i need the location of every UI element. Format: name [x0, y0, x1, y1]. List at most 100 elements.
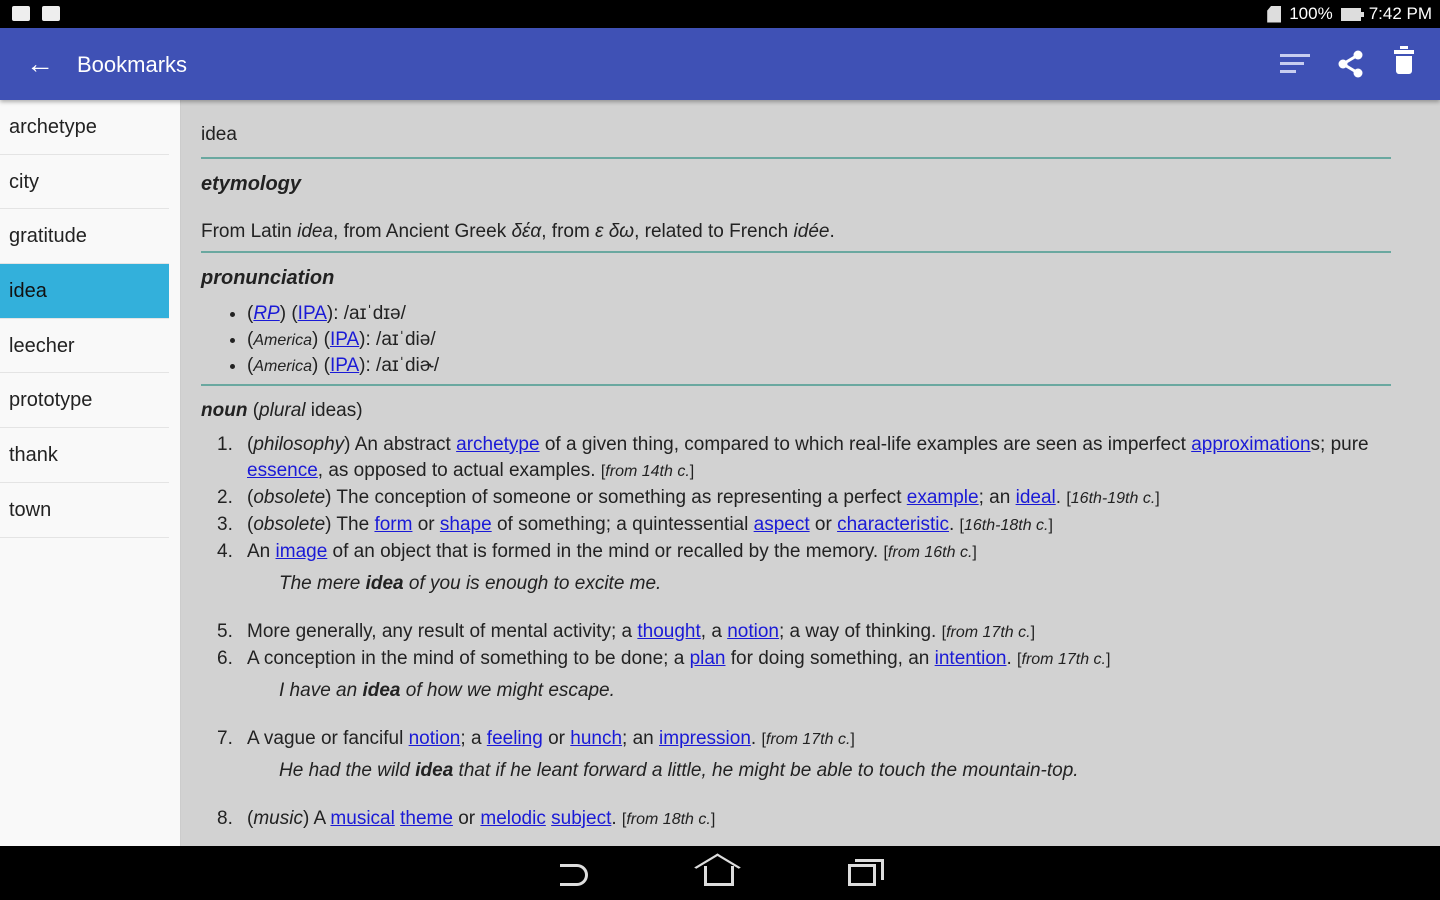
text-segment: noun — [201, 400, 248, 421]
word-link[interactable]: notion — [727, 621, 779, 642]
text-segment: , from — [541, 221, 596, 242]
sidebar-item-prototype[interactable]: prototype — [0, 373, 169, 429]
divider — [201, 384, 1391, 386]
word-link[interactable]: notion — [409, 728, 461, 749]
word-link[interactable]: shape — [440, 514, 492, 535]
word-link[interactable]: IPA — [298, 303, 327, 324]
app-bar: ← Bookmarks — [0, 28, 1440, 100]
text-segment: from 17th c. — [765, 731, 851, 748]
word-link[interactable]: feeling — [487, 728, 543, 749]
sidebar-item-archetype[interactable]: archetype — [0, 100, 169, 155]
text-segment: ] — [1030, 624, 1036, 641]
text-segment: of you is enough to excite me. — [403, 573, 662, 594]
text-segment: idée — [793, 221, 830, 242]
definition-item: 6. A conception in the mind of something … — [217, 646, 1391, 704]
word-link[interactable]: melodic — [480, 808, 545, 829]
definition-item: 8. (music) A musical theme or melodic sub… — [217, 806, 1391, 833]
word-link[interactable]: essence — [247, 460, 318, 481]
battery-percent: 100% — [1289, 4, 1333, 23]
word-link[interactable]: theme — [400, 808, 453, 829]
text-segment: . — [948, 514, 960, 535]
definition-list: 1. (philosophy) An abstract archetype of … — [201, 432, 1391, 833]
word-link[interactable]: hunch — [570, 728, 622, 749]
word-link[interactable]: subject — [551, 808, 611, 829]
text-segment: ] — [850, 731, 855, 748]
pronunciation-item: (RP) (IPA): /aɪˈdɪə/ — [247, 301, 1391, 327]
status-bar: 100% 7:42 PM — [0, 0, 1440, 28]
word-link[interactable]: ideal — [1016, 487, 1056, 508]
sort-icon[interactable] — [1280, 54, 1310, 78]
sd-card-icon — [1267, 5, 1282, 23]
text-segment: from 16th c. — [887, 544, 973, 561]
text-segment: ( — [247, 400, 260, 421]
word-link[interactable]: image — [276, 541, 328, 562]
word-link[interactable]: IPA — [330, 329, 359, 350]
text-segment: idea — [362, 680, 401, 701]
text-segment: . — [611, 808, 622, 829]
text-segment: , related to French — [634, 221, 794, 242]
sidebar-item-gratitude[interactable]: gratitude — [0, 209, 169, 265]
arrow-left-icon[interactable]: ← — [26, 48, 54, 80]
navigation-bar — [0, 846, 1440, 900]
word-link[interactable]: impression — [659, 728, 751, 749]
text-segment: . — [1006, 648, 1018, 669]
text-segment: from 17th c. — [1021, 651, 1106, 668]
text-segment: , as opposed to actual examples. — [317, 460, 601, 481]
text-segment: idea — [297, 221, 334, 242]
usage-example: He had the wild idea that if he leant fo… — [247, 758, 1391, 784]
text-segment: ) ( — [312, 355, 330, 376]
share-icon[interactable] — [1337, 50, 1365, 83]
text-segment: from 17th c. — [946, 624, 1031, 641]
usage-example: I have an idea of how we might escape. — [247, 678, 1391, 704]
home-nav-icon[interactable] — [704, 866, 734, 886]
page-title: Bookmarks — [77, 52, 188, 77]
text-segment: or — [452, 808, 481, 829]
text-segment: ] — [1105, 651, 1111, 668]
text-segment: ) A — [302, 808, 331, 829]
back-nav-icon[interactable] — [560, 864, 588, 886]
text-segment: ) An abstract — [344, 434, 457, 455]
text-segment: 16th-19th c. — [1070, 490, 1156, 507]
word-link[interactable]: form — [374, 514, 412, 535]
text-segment: ] — [710, 811, 716, 828]
text-segment: of a given thing, compared to which real… — [539, 434, 1192, 455]
text-segment: ) The conception of someone or something… — [325, 487, 907, 508]
text-segment: ; a — [460, 728, 487, 749]
text-segment: of something; a quintessential — [491, 514, 754, 535]
definition-number: 6. — [217, 648, 233, 669]
sidebar-item-city[interactable]: city — [0, 155, 169, 210]
word-link[interactable]: approximation — [1191, 434, 1310, 455]
word-link[interactable]: RP — [253, 303, 279, 324]
text-segment: , a — [700, 621, 728, 642]
definition-item: 5. More generally, any result of mental a… — [217, 619, 1391, 646]
delete-icon[interactable] — [1394, 46, 1414, 76]
word-link[interactable]: intention — [935, 648, 1007, 669]
word-link[interactable]: thought — [637, 621, 700, 642]
text-segment: idea — [415, 760, 454, 781]
sidebar-item-leecher[interactable]: leecher — [0, 319, 169, 374]
text-segment: ; a way of thinking. — [778, 621, 942, 642]
sidebar-item-thank[interactable]: thank — [0, 428, 169, 483]
text-segment: . — [829, 221, 835, 242]
recents-nav-icon[interactable] — [848, 859, 884, 886]
word-link[interactable]: aspect — [754, 514, 810, 535]
sidebar-item-town[interactable]: town — [0, 483, 169, 538]
text-segment: for doing something, an — [725, 648, 935, 669]
text-segment: ) ( — [279, 303, 298, 324]
word-link[interactable]: musical — [330, 808, 394, 829]
text-segment: A vague or fanciful — [247, 728, 409, 749]
usage-example: The mere idea of you is enough to excite… — [247, 571, 1391, 597]
pronunciation-list: (RP) (IPA): /aɪˈdɪə/(America) (IPA): /aɪ… — [201, 301, 1391, 384]
word-link[interactable]: example — [907, 487, 979, 508]
word-link[interactable]: IPA — [330, 355, 359, 376]
text-segment: ): /aɪˈdiə/ — [359, 329, 436, 350]
word-link[interactable]: characteristic — [837, 514, 949, 535]
sidebar-item-idea[interactable]: idea — [0, 264, 169, 319]
text-segment: ) ( — [312, 329, 330, 350]
text-segment: philosophy — [253, 434, 345, 455]
word-link[interactable]: archetype — [456, 434, 539, 455]
text-segment: ] — [689, 463, 695, 480]
word-link[interactable]: plan — [690, 648, 726, 669]
text-segment: s; pure — [1310, 434, 1369, 455]
text-segment: that if he leant forward a little, he mi… — [453, 760, 1079, 781]
